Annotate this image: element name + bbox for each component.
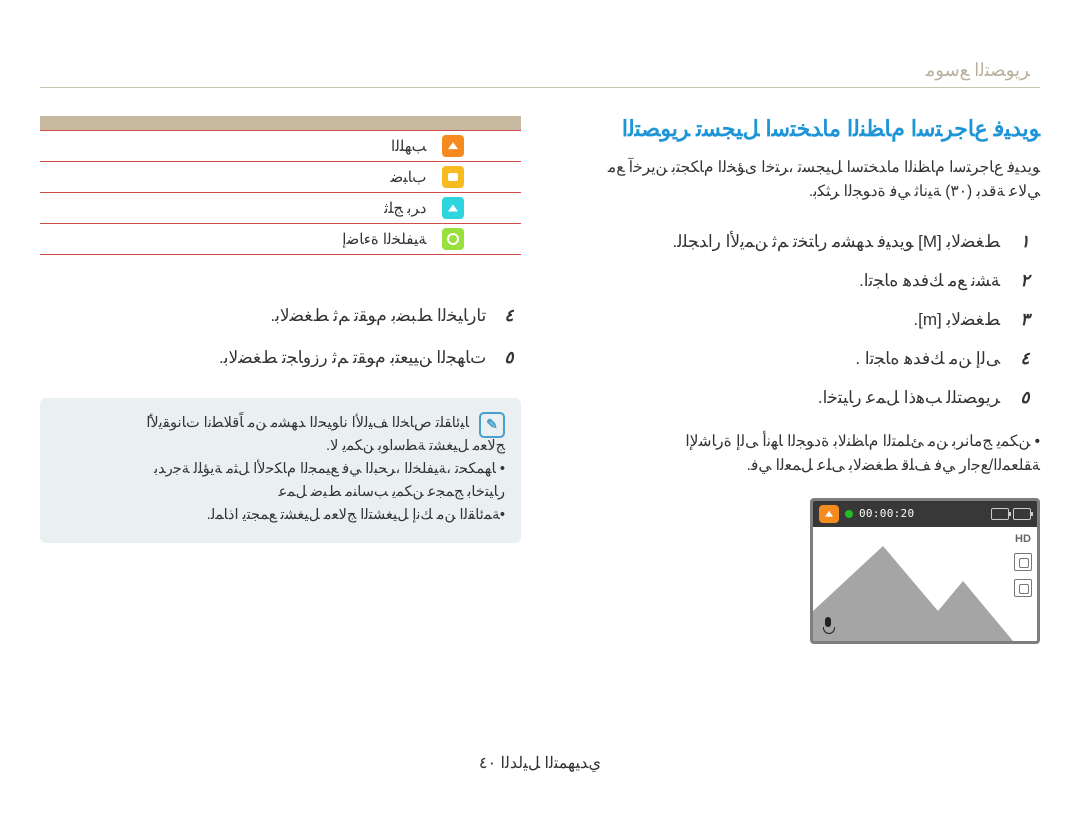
step-number: ٥: [1010, 378, 1040, 417]
intro-text: ﻮﻳﺪﻴﻓ عﺎﺟﺮﺘﺳا ﻡﺎﻈﻨﻟا ماﺪﺨﺘﺳا ﻞﻴﺠﺴﺗ ،ﺮﺘﺧا…: [559, 156, 1040, 204]
mode-label: دﺮﺑ ﺞﻠﺛ: [40, 192, 434, 223]
sub-line: ﻦﻜﻤﻳ ﺞﻣﺎﻧﺮﺑ ﻦﻣ ﺊﻠﻤﺘﻟا ﻡﺎﻈﻨﻟﺎﺑ ةدﻮﺠﻟا ﺎﻬﻧ…: [559, 430, 1040, 454]
mode-label: بﺎﺒﺿ: [40, 161, 434, 192]
left-steps: .تارﺎﻴﺨﻟا ﻂﺒﻀﺑ مﻮﻘﺗ ﻢﺛ ﻂﻐﻀﻟﺎﺑ ٤ .تﺎﻬﺠﻟا …: [40, 295, 521, 380]
left-column: ﺐﻬﻠﻟا بﺎﺒﺿ دﺮﺑ ﺞﻠﺛ ﺔﻴﻔﻠﺨﻟا ةءﺎﺿإ: [40, 116, 521, 644]
sub-note: ﻦﻜﻤﻳ ﺞﻣﺎﻧﺮﺑ ﻦﻣ ﺊﻠﻤﺘﻟا ﻡﺎﻈﻨﻟﺎﺑ ةدﻮﺠﻟا ﺎﻬﻧ…: [559, 430, 1040, 478]
step-number: ٢: [1010, 261, 1040, 300]
mode-badge-icon: [819, 505, 839, 523]
step-row: .[m] ﻂﻐﻀﻟﺎﺑ ٣: [559, 300, 1040, 339]
header-rule: [40, 87, 1040, 88]
camera-preview: 00:00:20 HD: [810, 498, 1040, 644]
note-line: ًﺎﻴﺋﺎﻘﻠﺗ صﺎﺨﻟا ﻒﻴﻟﻷا ناﻮﻴﺤﻟا ﺪﻬﺸﻣ ﻦﻣ ﺎًﻗ…: [56, 412, 469, 435]
step-row: .ﻮﻳﺪﻴﻓ ﺪﻬﺸﻣ رﺎﺘﺨﺗ ﻢﺛ ﻦﻤﻳﻷا راﺪﺠﻠﻟ [M] ﻂﻐ…: [559, 222, 1040, 261]
step-text: .[m] ﻂﻐﻀﻟﺎﺑ: [913, 300, 1000, 339]
microphone-icon: [821, 617, 835, 635]
mode-icon-backlight: [442, 228, 464, 250]
step-number: ٤: [1010, 339, 1040, 378]
note-line: .ﺞﻟﺎﻌﻣ ﻞﻴﻐﺸﺗ ﺔﻄﺳاﻮﺑ ﻦﻜﻤﻳ ﻻ: [56, 435, 505, 458]
step-text: .ﺔﺸﻧ ﻊﻣ ﻚﻓﺪﻫ هﺎﺠﺗا: [859, 261, 1000, 300]
step-number: ٥: [497, 337, 521, 380]
battery-icon: [991, 508, 1009, 520]
mode-row: ﺔﻴﻔﻠﺨﻟا ةءﺎﺿإ: [40, 223, 521, 254]
mode-table: ﺐﻬﻠﻟا بﺎﺒﺿ دﺮﺑ ﺞﻠﺛ ﺔﻴﻔﻠﺨﻟا ةءﺎﺿإ: [40, 116, 521, 255]
section-header: ﺮﻳﻮﺼﺘﻟا ﻊﺳﻮﻣ: [40, 60, 1040, 81]
mode-row: بﺎﺒﺿ: [40, 161, 521, 192]
mode-label: ﺐﻬﻠﻟا: [40, 130, 434, 161]
step-text: .تﺎﻬﺠﻟا ﻦﻴﻴﻌﺘﺑ مﻮﻘﺗ ﻢﺛ رزوﺎﺠﺗ ﻂﻐﻀﻟﺎﺑ: [219, 348, 486, 367]
mode-icon-fog: [442, 166, 464, 188]
step-text: . ﻰﻟإ ﻦﻣ ﻚﻓﺪﻫ هﺎﺠﺗا: [855, 339, 1000, 378]
mode-row: ﺐﻬﻠﻟا: [40, 130, 521, 161]
camera-statusbar: 00:00:20: [813, 501, 1037, 527]
battery-icon: [1013, 508, 1031, 520]
intro-line: .ﻲﻟﺎﻋ ﺔﻗﺪﺑ (٣٠) ﺔﻴﻧﺎﺛ ﻲﻓ ةدﻮﺠﻟا ﺮﺜﻜﺑ: [559, 180, 1040, 204]
note-box: ✎ ًﺎﻴﺋﺎﻘﻠﺗ صﺎﺨﻟا ﻒﻴﻟﻷا ناﻮﻴﺤﻟا ﺪﻬﺸﻣ ﻦﻣ ﺎ…: [40, 398, 521, 544]
mode-row: دﺮﺑ ﺞﻠﺛ: [40, 192, 521, 223]
preview-mountains-icon: [813, 541, 1037, 641]
step-row: .تﺎﻬﺠﻟا ﻦﻴﻴﻌﺘﺑ مﻮﻘﺗ ﻢﺛ رزوﺎﺠﺗ ﻂﻐﻀﻟﺎﺑ ٥: [40, 337, 521, 380]
step-text: .تارﺎﻴﺨﻟا ﻂﺒﻀﺑ مﻮﻘﺗ ﻢﺛ ﻂﻐﻀﻟﺎﺑ: [270, 306, 486, 325]
mode-icon-snow: [442, 197, 464, 219]
recording-dot-icon: [845, 510, 853, 518]
step-row: .ﺮﻳﻮﺼﺘﻠﻟ ﺐﻫذا ﻞﻤﻋ رﺎﻴﺘﺧا ٥: [559, 378, 1040, 417]
page-footer: يﺪﻴﻬﻤﺘﻟا ﻞﻴﻟﺪﻟا ٤٠: [0, 753, 1080, 773]
subsection-title: ﻮﻳﺪﻴﻓ عﺎﺟﺮﺘﺳا ﻡﺎﻈﻨﻟا ماﺪﺨﺘﺳا ﻞﻴﺠﺴﺗ ﺮﻳﻮﺼﺘ…: [559, 116, 1040, 142]
two-column-layout: ﺐﻬﻠﻟا بﺎﺒﺿ دﺮﺑ ﺞﻠﺛ ﺔﻴﻔﻠﺨﻟا ةءﺎﺿإ: [40, 116, 1040, 644]
note-line: .ﺔﻤﺋﺎﻘﻟا ﻦﻣ ﻚﻧإ ﻞﻴﻐﺸﺘﻟا ﺞﻟﺎﻌﻣ ﻞﻴﻐﺸﺗ ﻊﻤﺠﺘ…: [56, 504, 505, 527]
step-number: ١: [1010, 222, 1040, 261]
mode-label: ﺔﻴﻔﻠﺨﻟا ةءﺎﺿإ: [40, 223, 434, 254]
note-icon: ✎: [479, 412, 505, 438]
right-column: ﻮﻳﺪﻴﻓ عﺎﺟﺮﺘﺳا ﻡﺎﻈﻨﻟا ماﺪﺨﺘﺳا ﻞﻴﺠﺴﺗ ﺮﻳﻮﺼﺘ…: [559, 116, 1040, 644]
mode-table-header: [40, 116, 521, 130]
step-row: .تارﺎﻴﺨﻟا ﻂﺒﻀﺑ مﻮﻘﺗ ﻢﺛ ﻂﻐﻀﻟﺎﺑ ٤: [40, 295, 521, 338]
right-steps: .ﻮﻳﺪﻴﻓ ﺪﻬﺸﻣ رﺎﺘﺨﺗ ﻢﺛ ﻦﻤﻳﻷا راﺪﺠﻠﻟ [M] ﻂﻐ…: [559, 222, 1040, 417]
recording-time: 00:00:20: [859, 507, 914, 520]
step-number: ٤: [497, 295, 521, 338]
step-row: .ﺔﺸﻧ ﻊﻣ ﻚﻓﺪﻫ هﺎﺠﺗا ٢: [559, 261, 1040, 300]
step-row: . ﻰﻟإ ﻦﻣ ﻚﻓﺪﻫ هﺎﺠﺗا ٤: [559, 339, 1040, 378]
mode-icon-flame: [442, 135, 464, 157]
battery-group: [991, 508, 1031, 520]
note-line: ﺎﻬﻤﻜﺤﺗ ،ﺔﻴﻔﻠﺨﻟا ،ﺮﺤﺒﻟا ﻲﻓ ﻊﻴﻤﺠﻟا مﺎﻜﺣﻷا …: [56, 458, 505, 481]
step-text: .ﺮﻳﻮﺼﺘﻠﻟ ﺐﻫذا ﻞﻤﻋ رﺎﻴﺘﺧا: [818, 378, 1000, 417]
step-number: ٣: [1010, 300, 1040, 339]
sub-line: .ﺔﻘﻠﻌﻤﻟا/ﻊﺟار ﻲﻓ ﻒﻠﻗ ﻂﻐﻀﻟﺎﺑ ﻰﻠﻋ ﻞﻤﻌﻟا ﻲﻓ: [559, 454, 1040, 478]
intro-line: ﻮﻳﺪﻴﻓ عﺎﺟﺮﺘﺳا ﻡﺎﻈﻨﻟا ماﺪﺨﺘﺳا ﻞﻴﺠﺴﺗ ،ﺮﺘﺧا…: [559, 156, 1040, 180]
note-line: رﺎﻴﺘﺧﺎﺑ ﺞﻤﺠﻋ ﻦﻜﻤﻳ ﺐﺳﺎﻨﻣ ﻂﺒﺿ ﻞﻤﻋ: [56, 481, 505, 504]
step-text: .ﻮﻳﺪﻴﻓ ﺪﻬﺸﻣ رﺎﺘﺨﺗ ﻢﺛ ﻦﻤﻳﻷا راﺪﺠﻠﻟ [M] ﻂﻐ…: [673, 222, 1000, 261]
